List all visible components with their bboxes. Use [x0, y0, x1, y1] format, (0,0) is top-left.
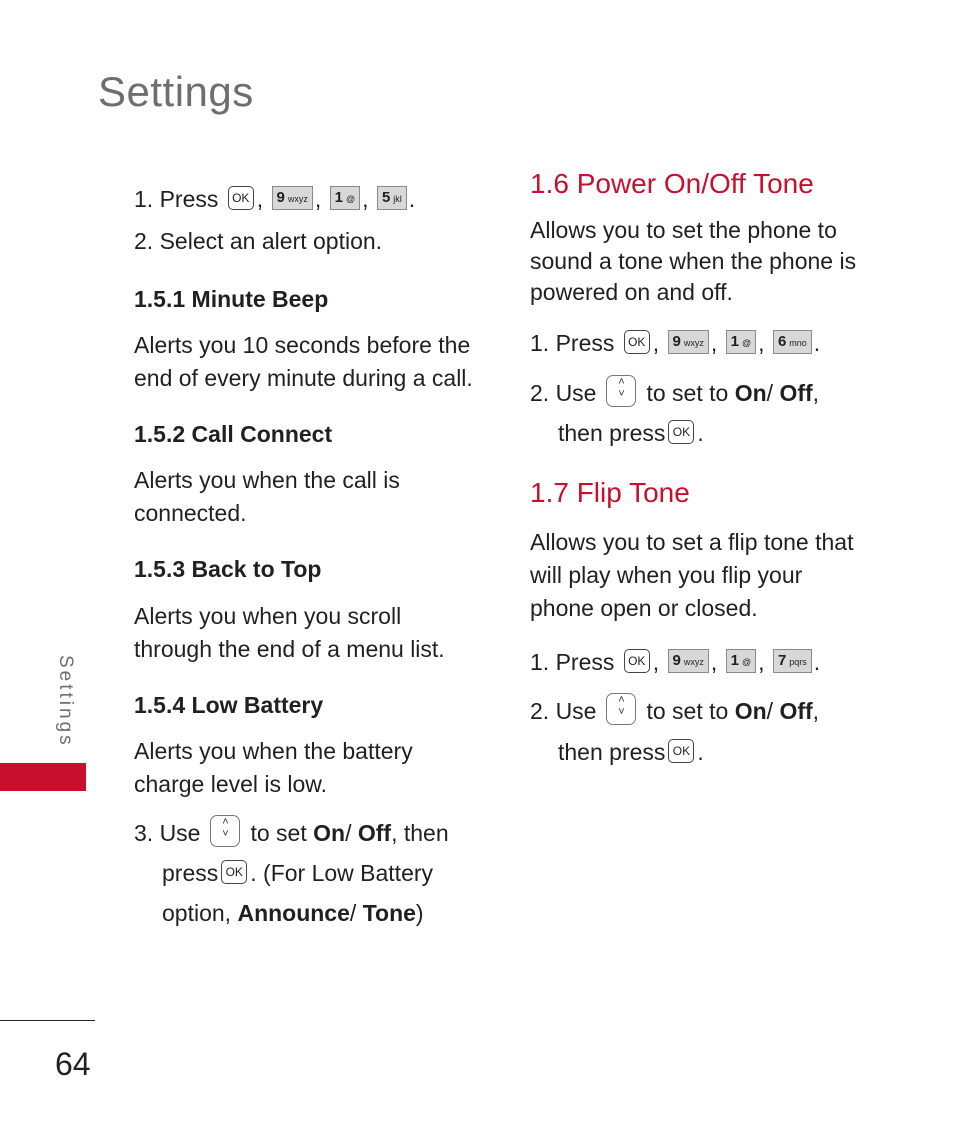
ok-key-icon: OK [623, 648, 650, 673]
desc-call-connect: Alerts you when the call is connected. [134, 467, 400, 526]
ok-key-icon: OK [668, 738, 695, 763]
desc-power-on-off-tone: Allows you to set the phone to sound a to… [530, 217, 857, 305]
step-2: 2. Select an alert option. [134, 228, 383, 254]
flip-step-2: 2. Use ˄ ˅ to set to On/ Off, [530, 692, 820, 725]
key-6-icon: 6 mno [772, 329, 812, 354]
page-title: Settings [98, 68, 254, 115]
key-1-voicemail-icon: 1 @ [725, 329, 757, 354]
step-1: 1. Press OK, 9 wxyz, 1 @, 5 jkl. [134, 185, 416, 212]
flip-step-1: 1. Press OK, 9 wxyz, 1 @, 7 pqrs. [530, 648, 821, 675]
heading-power-on-off-tone: 1.6 Power On/Off Tone [530, 168, 814, 199]
desc-low-battery: Alerts you when the battery charge level … [134, 738, 413, 797]
nav-updown-icon: ˄ ˅ [210, 814, 241, 847]
flip-step-2-cont: then press OK. [558, 738, 704, 765]
desc-flip-tone: Allows you to set a flip tone that will p… [530, 529, 854, 621]
nav-updown-icon: ˄ ˅ [606, 374, 637, 407]
page-number: 64 [55, 1046, 91, 1082]
step-text: 1. Press [134, 186, 219, 212]
ok-key-icon: OK [227, 185, 254, 210]
key-9-icon: 9 wxyz [667, 329, 709, 354]
ok-key-icon: OK [623, 329, 650, 354]
power-step-2-cont: then press OK. [558, 419, 704, 446]
heading-flip-tone: 1.7 Flip Tone [530, 477, 690, 508]
heading-call-connect: 1.5.2 Call Connect [134, 421, 333, 447]
heading-minute-beep: 1.5.1 Minute Beep [134, 286, 329, 312]
ok-key-icon: OK [668, 419, 695, 444]
step-3-line-1: 3. Use ˄ ˅ to set On/ Off, then [134, 814, 449, 847]
power-step-1: 1. Press OK, 9 wxyz, 1 @, 6 mno. [530, 329, 821, 356]
step-3-line-2: press OK. (For Low Battery [162, 859, 434, 886]
key-1-voicemail-icon: 1 @ [725, 648, 757, 673]
desc-back-to-top: Alerts you when you scroll through the en… [134, 603, 445, 662]
key-9-icon: 9 wxyz [271, 185, 313, 210]
key-7-icon: 7 pqrs [772, 648, 812, 673]
ok-key-icon: OK [221, 859, 248, 884]
side-tab-marker [0, 763, 86, 791]
footer-rule [0, 1020, 95, 1021]
step-3-line-3: option, Announce/ Tone) [162, 900, 424, 926]
desc-minute-beep: Alerts you 10 seconds before the end of e… [134, 332, 473, 391]
power-step-2: 2. Use ˄ ˅ to set to On/ Off, [530, 374, 820, 407]
key-9-icon: 9 wxyz [667, 648, 709, 673]
heading-low-battery: 1.5.4 Low Battery [134, 692, 324, 718]
heading-back-to-top: 1.5.3 Back to Top [134, 556, 322, 582]
side-tab-label: Settings [55, 655, 76, 748]
key-5-icon: 5 jkl [376, 185, 407, 210]
key-1-voicemail-icon: 1 @ [329, 185, 361, 210]
nav-updown-icon: ˄ ˅ [606, 692, 637, 725]
